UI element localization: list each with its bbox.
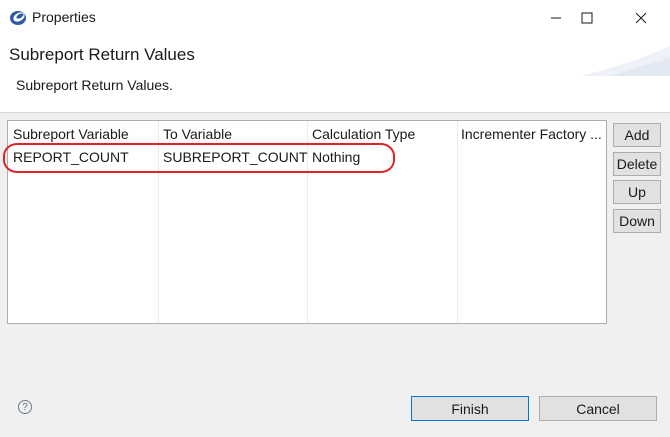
up-button[interactable]: Up <box>613 180 661 204</box>
header-banner-decoration <box>580 46 670 76</box>
page-description: Subreport Return Values. <box>16 77 173 93</box>
delete-button[interactable]: Delete <box>613 152 661 176</box>
eclipse-app-icon <box>10 11 26 25</box>
close-button[interactable] <box>618 0 664 36</box>
down-button[interactable]: Down <box>613 209 661 233</box>
column-header-subreport-variable[interactable]: Subreport Variable <box>13 126 129 142</box>
dialog-header: Subreport Return Values Subreport Return… <box>0 36 670 113</box>
cancel-button[interactable]: Cancel <box>539 396 657 421</box>
column-divider <box>457 121 458 323</box>
close-icon <box>635 12 647 24</box>
column-header-calculation-type[interactable]: Calculation Type <box>312 126 415 142</box>
red-highlight-annotation <box>3 143 395 173</box>
maximize-button[interactable] <box>564 0 610 36</box>
page-title: Subreport Return Values <box>9 45 195 64</box>
minimize-icon <box>551 17 561 19</box>
column-header-incrementer-factory[interactable]: Incrementer Factory ... <box>461 126 602 142</box>
column-header-to-variable[interactable]: To Variable <box>163 126 232 142</box>
add-button[interactable]: Add <box>613 123 661 147</box>
help-icon[interactable]: ? <box>18 400 32 414</box>
finish-button[interactable]: Finish <box>411 396 529 421</box>
maximize-icon <box>581 12 593 24</box>
window-titlebar: Properties <box>0 0 670 36</box>
window-title: Properties <box>32 9 96 25</box>
